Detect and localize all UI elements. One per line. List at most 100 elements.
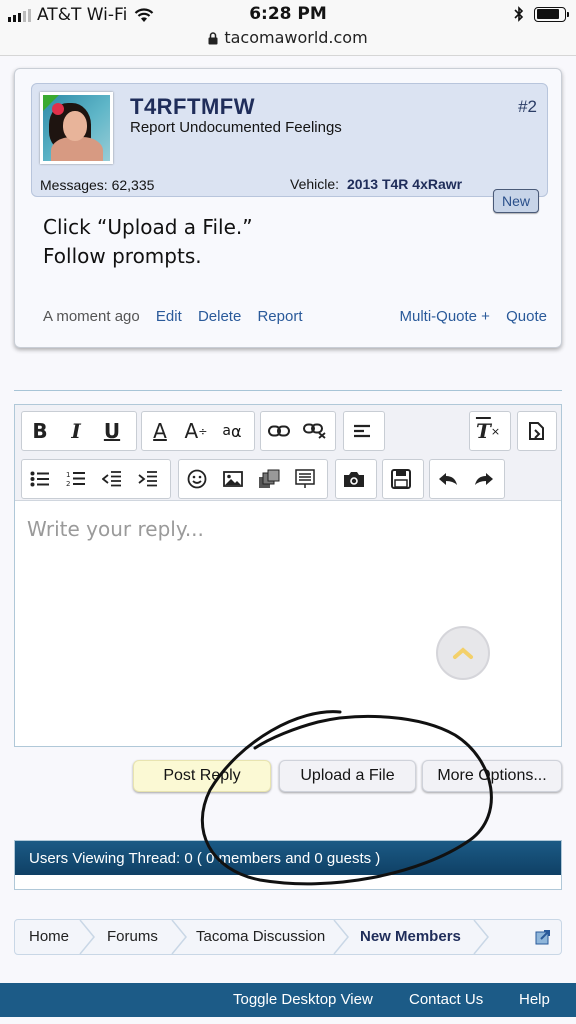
camera-group	[335, 459, 377, 499]
more-options-button[interactable]: More Options...	[422, 760, 562, 792]
vehicle-value: 2013 T4R 4xRawr	[346, 176, 463, 192]
code-block-icon	[295, 469, 315, 488]
toggle-desktop-link[interactable]: Toggle Desktop View	[233, 991, 373, 1008]
breadcrumb-separator	[473, 920, 489, 954]
remove-format-button[interactable]: T ×	[470, 412, 506, 450]
image-button[interactable]	[215, 460, 251, 498]
avatar[interactable]	[40, 92, 113, 164]
user-title: Report Undocumented Feelings	[130, 119, 342, 136]
history-group	[429, 459, 505, 499]
vehicle-label: Vehicle:	[290, 176, 340, 192]
battery-icon	[534, 6, 569, 22]
remove-format-icon: T	[475, 419, 491, 443]
unlink-button[interactable]	[297, 412, 333, 450]
svg-text:2: 2	[66, 480, 70, 488]
lock-icon	[208, 32, 218, 45]
bbcode-toggle-button[interactable]	[518, 412, 554, 450]
unlink-icon	[303, 423, 326, 439]
users-viewing-text: Users Viewing Thread: 0 ( 0 members and …	[15, 841, 561, 875]
font-color-button[interactable]: A	[142, 412, 178, 450]
users-viewing-block: Users Viewing Thread: 0 ( 0 members and …	[14, 840, 562, 890]
font-family-button[interactable]: aα	[214, 412, 250, 450]
new-badge: New	[493, 189, 539, 213]
outdent-icon	[102, 471, 121, 487]
clock: 6:28 PM	[249, 4, 327, 24]
drafts-group	[382, 459, 424, 499]
username-link[interactable]: T4RFTMFW	[130, 94, 255, 120]
post-number-link[interactable]: #2	[518, 97, 537, 117]
font-size-button[interactable]: A ÷	[178, 412, 214, 450]
list-group: 12	[21, 459, 171, 499]
format-group: B I U	[21, 411, 137, 451]
breadcrumb-separator	[79, 920, 95, 954]
redo-button[interactable]	[466, 460, 502, 498]
messages-label: Messages:	[40, 177, 108, 193]
undo-button[interactable]	[430, 460, 466, 498]
smilies-button[interactable]	[179, 460, 215, 498]
address-bar[interactable]: tacomaworld.com	[0, 28, 576, 47]
code-button[interactable]	[287, 460, 323, 498]
insert-group	[178, 459, 328, 499]
post-message: Click “Upload a File.” Follow prompts.	[43, 213, 253, 271]
breadcrumb-home[interactable]: Home	[29, 920, 69, 954]
breadcrumb-separator	[171, 920, 187, 954]
indent-button[interactable]	[130, 460, 166, 498]
bbcode-icon	[529, 422, 544, 440]
jump-menu-icon[interactable]	[535, 929, 551, 945]
image-icon	[223, 471, 243, 487]
drafts-button[interactable]	[383, 460, 419, 498]
scroll-to-top-button[interactable]	[436, 626, 490, 680]
bullet-list-icon	[30, 471, 49, 487]
footer-bar: Toggle Desktop View Contact Us Help	[0, 983, 576, 1017]
messages-value: 62,335	[111, 177, 155, 193]
camera-button[interactable]	[336, 460, 372, 498]
media-button[interactable]	[251, 460, 287, 498]
edit-link[interactable]: Edit	[156, 308, 182, 325]
redo-icon	[475, 473, 493, 485]
user-info-block: T4RFTMFW Report Undocumented Feelings #2…	[31, 83, 548, 197]
post-time[interactable]: A moment ago	[43, 308, 140, 325]
upload-file-button[interactable]: Upload a File	[279, 760, 416, 792]
post-reply-button[interactable]: Post Reply	[133, 760, 271, 792]
battery-level	[536, 9, 560, 19]
number-list-icon: 12	[66, 471, 85, 488]
outdent-button[interactable]	[94, 460, 130, 498]
reply-textarea[interactable]: Write your reply...	[27, 517, 204, 541]
smiley-icon	[187, 469, 207, 489]
number-list-button[interactable]: 12	[58, 460, 94, 498]
breadcrumb-tacoma-discussion[interactable]: Tacoma Discussion	[196, 920, 325, 954]
breadcrumb-new-members[interactable]: New Members	[360, 920, 461, 954]
breadcrumb-forums[interactable]: Forums	[107, 920, 158, 954]
camera-icon	[344, 471, 364, 487]
report-link[interactable]: Report	[257, 308, 302, 325]
contact-link[interactable]: Contact Us	[409, 991, 483, 1008]
editor-toolbar: B I U A A ÷ aα T × 1 2	[15, 405, 561, 501]
messages-stat: Messages: 62,335	[40, 177, 154, 193]
chevron-up-icon	[453, 647, 473, 659]
post-actions-right: Multi-Quote + Quote	[387, 308, 547, 325]
help-link[interactable]: Help	[519, 991, 550, 1008]
align-button[interactable]	[344, 412, 380, 450]
underline-button[interactable]: U	[94, 412, 130, 450]
italic-button[interactable]: I	[58, 412, 94, 450]
delete-link[interactable]: Delete	[198, 308, 241, 325]
align-group	[343, 411, 385, 451]
breadcrumb-separator	[333, 920, 349, 954]
media-icon	[259, 469, 280, 488]
save-icon	[391, 469, 411, 489]
svg-text:1: 1	[66, 471, 70, 479]
link-button[interactable]	[261, 412, 297, 450]
bold-button[interactable]: B	[22, 412, 58, 450]
align-left-icon	[354, 424, 370, 438]
post-actions: A moment ago Edit Delete Report Multi-Qu…	[43, 308, 547, 328]
status-right	[514, 6, 569, 22]
reply-editor: B I U A A ÷ aα T × 1 2 Write your reply.…	[14, 404, 562, 747]
divider	[14, 390, 562, 391]
multiquote-link[interactable]: Multi-Quote +	[399, 308, 489, 325]
vehicle-stat: Vehicle: 2013 T4R 4xRawr	[290, 176, 462, 192]
url-text: tacomaworld.com	[224, 28, 368, 47]
bullet-list-button[interactable]	[22, 460, 58, 498]
quote-link[interactable]: Quote	[506, 308, 547, 325]
message-line: Click “Upload a File.”	[43, 215, 253, 239]
bluetooth-icon	[514, 6, 524, 22]
